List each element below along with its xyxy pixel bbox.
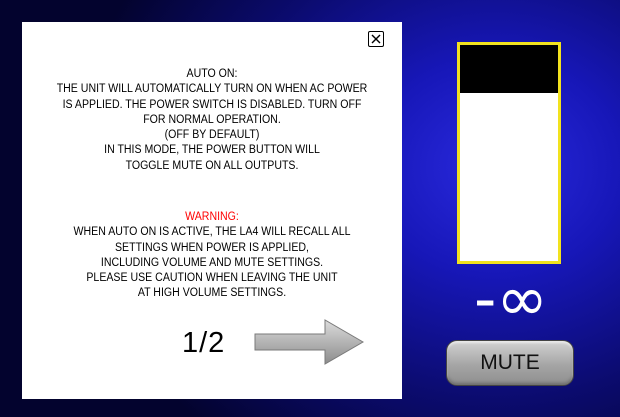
text-line: INCLUDING VOLUME AND MUTE SETTINGS. [100, 256, 324, 269]
next-page-button[interactable] [253, 318, 365, 366]
volume-meter-empty-portion [460, 45, 558, 93]
page-indicator: 1/2 [182, 327, 226, 359]
text-line: WHEN AUTO ON IS ACTIVE, THE LA4 WILL REC… [73, 226, 351, 239]
mute-button-label: MUTE [480, 351, 540, 374]
text-line: FOR NORMAL OPERATION. [143, 113, 281, 126]
text-line: (OFF BY DEFAULT) [164, 129, 260, 142]
mute-button[interactable]: MUTE [446, 340, 574, 386]
right-arrow-icon [254, 319, 364, 365]
auto-on-title: AUTO ON: [186, 68, 238, 80]
text-line: PLEASE USE CAUTION WHEN LEAVING THE UNIT [86, 272, 338, 285]
close-button[interactable] [368, 31, 384, 47]
volume-level-readout: -∞ [473, 262, 549, 335]
auto-on-description: AUTO ON: THE UNIT WILL AUTOMATICALLY TUR… [37, 67, 387, 174]
warning-heading: WARNING: [185, 211, 239, 223]
text-line: SETTINGS WHEN POWER IS APPLIED, [114, 241, 310, 254]
close-icon [371, 34, 381, 44]
text-line: IN THIS MODE, THE POWER BUTTON WILL [104, 144, 320, 157]
text-line: THE UNIT WILL AUTOMATICALLY TURN ON WHEN… [56, 83, 368, 96]
text-line: TOGGLE MUTE ON ALL OUTPUTS. [125, 159, 299, 172]
text-line: AT HIGH VOLUME SETTINGS. [137, 287, 287, 300]
volume-meter [457, 42, 561, 264]
text-line: IS APPLIED. THE POWER SWITCH IS DISABLED… [62, 98, 362, 111]
warning-description: WARNING: WHEN AUTO ON IS ACTIVE, THE LA4… [37, 210, 387, 302]
